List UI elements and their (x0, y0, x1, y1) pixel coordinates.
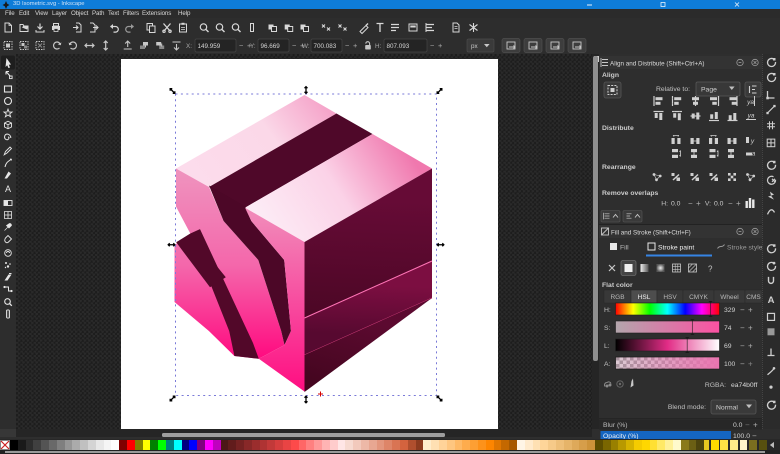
svg-text:Rearrange: Rearrange (602, 164, 636, 171)
svg-text:0.0: 0.0 (714, 201, 724, 208)
svg-text:H:: H: (375, 43, 382, 50)
svg-text:−: − (740, 360, 745, 369)
svg-text:Relative to:: Relative to: (656, 86, 690, 93)
svg-text:ya: ya (746, 99, 754, 106)
svg-text:0.0: 0.0 (671, 201, 681, 208)
svg-text:329: 329 (724, 307, 736, 314)
svg-text:ya: ya (747, 113, 755, 120)
svg-text:−: − (745, 421, 750, 430)
svg-text:Page: Page (701, 87, 717, 94)
svg-text:RGBA:: RGBA: (705, 382, 726, 389)
svg-text:+: + (353, 41, 358, 50)
svg-text:96.669: 96.669 (261, 43, 281, 50)
svg-text:−: − (292, 41, 297, 50)
svg-text:0.0: 0.0 (733, 422, 743, 429)
svg-text:−: − (740, 306, 745, 315)
svg-text:W:: W: (302, 43, 310, 50)
svg-text:149.959: 149.959 (198, 43, 221, 50)
svg-text:Flat color: Flat color (602, 282, 633, 289)
svg-text:700.083: 700.083 (314, 43, 337, 50)
svg-text:100: 100 (724, 361, 736, 368)
svg-text:HSV: HSV (663, 294, 677, 301)
svg-text:ea74b0ff: ea74b0ff (731, 382, 757, 389)
svg-text:A:: A: (604, 361, 611, 368)
svg-text:−: − (740, 324, 745, 333)
svg-text:?: ? (708, 265, 713, 274)
svg-text:Align and Distribute (Shift+Ct: Align and Distribute (Shift+Ctrl+A) (610, 61, 705, 68)
svg-text:Distribute: Distribute (602, 125, 634, 132)
svg-text:S:: S: (604, 325, 611, 332)
svg-text:RGB: RGB (610, 294, 624, 301)
svg-text:H:: H: (604, 307, 611, 314)
svg-text:−: − (728, 199, 733, 208)
svg-text:Align: Align (602, 72, 619, 79)
svg-text:A: A (768, 295, 775, 306)
svg-text:px: px (471, 43, 479, 50)
svg-text:HSL: HSL (638, 294, 651, 301)
svg-text:Fill: Fill (620, 245, 629, 252)
svg-text:L:: L: (604, 343, 610, 350)
svg-text:69: 69 (724, 343, 732, 350)
svg-text:X:: X: (186, 43, 192, 50)
svg-text:+: + (438, 41, 443, 50)
svg-text:807.093: 807.093 (387, 43, 410, 50)
svg-text:H:: H: (661, 201, 668, 208)
svg-text:+: + (753, 421, 758, 430)
svg-text:+: + (696, 199, 701, 208)
svg-text:Fill and Stroke (Shift+Ctrl+F): Fill and Stroke (Shift+Ctrl+F) (611, 230, 691, 237)
svg-text:Blend mode:: Blend mode: (668, 404, 706, 411)
svg-text:Remove overlaps: Remove overlaps (602, 190, 659, 197)
svg-text:Blur (%): Blur (%) (603, 422, 628, 429)
svg-text:Y:: Y: (250, 43, 256, 50)
svg-text:−: − (740, 342, 745, 351)
svg-text:+: + (748, 306, 753, 315)
svg-text:+: + (748, 360, 753, 369)
svg-text:+: + (736, 199, 741, 208)
svg-text:−: − (430, 41, 435, 50)
svg-text:+: + (748, 342, 753, 351)
svg-text:Stroke style: Stroke style (727, 245, 762, 252)
svg-text:a: a (752, 151, 756, 158)
svg-text:CMYK: CMYK (689, 294, 708, 301)
svg-text:A: A (5, 184, 11, 194)
svg-text:−: − (688, 199, 693, 208)
svg-text:+: + (748, 324, 753, 333)
svg-text:CMS: CMS (746, 294, 761, 301)
svg-text:Wheel: Wheel (720, 294, 739, 301)
svg-text:V:: V: (705, 201, 711, 208)
svg-text:74: 74 (724, 325, 732, 332)
svg-text:Normal: Normal (716, 405, 738, 412)
svg-text:Stroke paint: Stroke paint (658, 245, 694, 252)
svg-text:−: − (239, 41, 244, 50)
svg-text:−: − (345, 41, 350, 50)
